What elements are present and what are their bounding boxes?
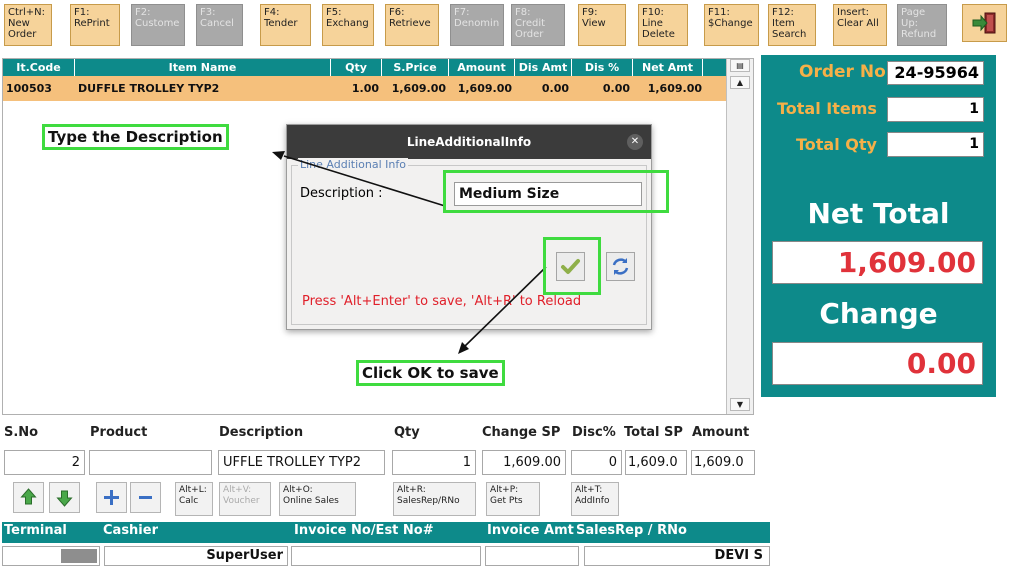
description-field[interactable]: UFFLE TROLLEY TYP2 [218,450,385,475]
voucher-button[interactable]: Alt+V: Voucher [219,482,271,516]
arrow-up-icon [20,488,37,505]
disc-field[interactable]: 0 [571,450,622,475]
product-header: Product [90,425,148,440]
total-sp-field[interactable]: 1,609.0 [625,450,687,475]
sno-field[interactable]: 2 [4,450,85,475]
ok-highlight [543,237,601,295]
sno-header: S.No [4,425,39,440]
total-sp-header: Total SP [624,425,683,440]
move-down-button[interactable] [49,482,80,513]
move-up-button[interactable] [13,482,44,513]
cashier-header: Cashier [103,523,158,538]
calc-button[interactable]: Alt+L: Calc [175,482,213,516]
terminal-header: Terminal [4,523,67,538]
change-sp-field[interactable]: 1,609.00 [482,450,566,475]
invoice-no-field [291,546,481,566]
arrow-down-icon [56,490,73,507]
salesrep-header: SalesRep / RNo [576,523,687,538]
type-description-callout: Type the Description [42,124,229,150]
get-points-button[interactable]: Alt+P: Get Pts [486,482,540,516]
plus-icon [104,490,119,505]
click-ok-callout: Click OK to save [356,360,505,386]
terminal-field [2,546,100,566]
amount-header: Amount [692,425,750,440]
footer-header: Terminal Cashier Invoice No/Est No# Invo… [2,522,770,543]
remove-line-button[interactable] [130,482,161,513]
disc-header: Disc% [572,425,616,440]
change-sp-header: Change SP [482,425,561,440]
invoice-no-header: Invoice No/Est No# [294,523,434,538]
product-field[interactable] [89,450,212,475]
amount-field[interactable]: 1,609.0 [691,450,755,475]
minus-icon [139,496,152,499]
online-sales-button[interactable]: Alt+O: Online Sales [279,482,356,516]
qty-header: Qty [394,425,420,440]
qty-field[interactable]: 1 [392,450,476,475]
invoice-amt-field [485,546,579,566]
cashier-field: SuperUser [104,546,288,566]
addinfo-button[interactable]: Alt+T: AddInfo [571,482,619,516]
invoice-amt-header: Invoice Amt [487,523,574,538]
salesrep-button[interactable]: Alt+R: SalesRep/RNo [393,482,476,516]
salesrep-field: DEVI S [584,546,770,566]
terminal-redacted [61,549,97,563]
description-highlight [443,170,669,213]
description-header: Description [219,425,304,440]
pos-window: Ctrl+N: New Order F1: RePrint F2: Custom… [0,0,1017,584]
add-line-button[interactable] [96,482,127,513]
